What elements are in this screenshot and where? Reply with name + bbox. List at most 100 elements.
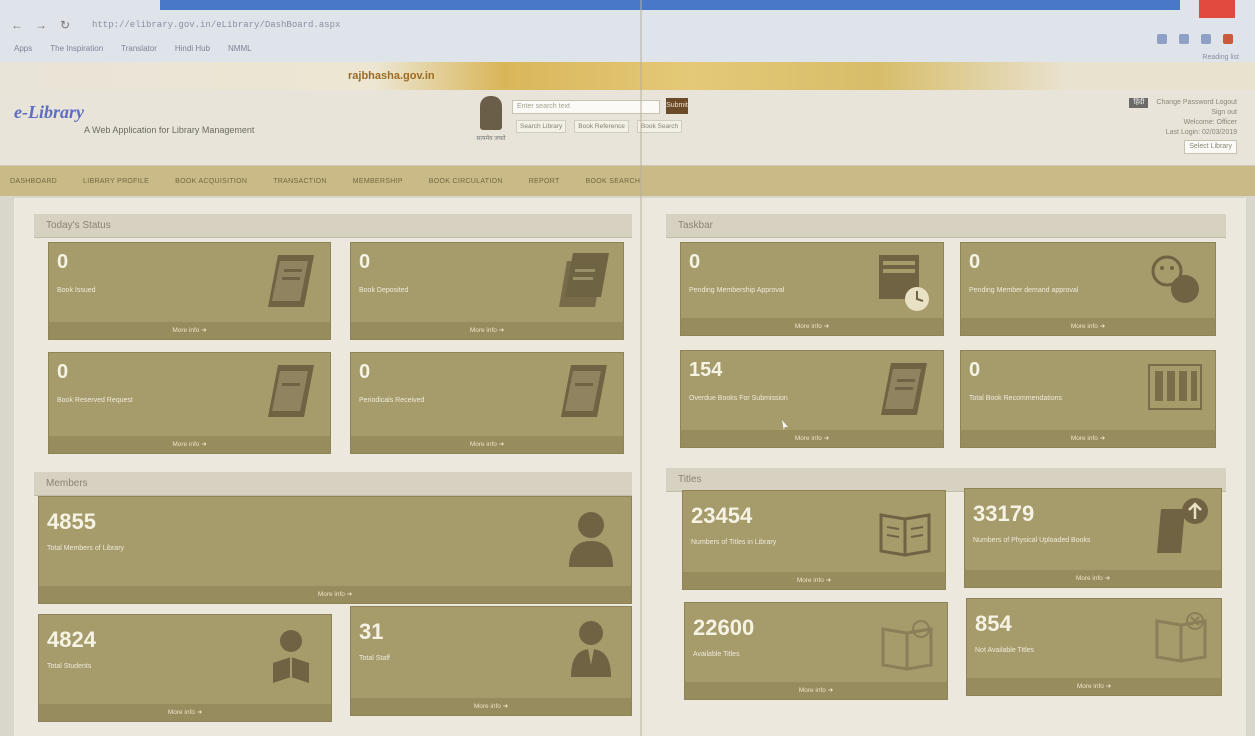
language-toggle[interactable]: हिंदी	[1129, 98, 1149, 108]
card-label: Total Members of Library	[47, 545, 125, 552]
card-label: Book Reserved Request	[57, 397, 133, 404]
sign-out-link[interactable]: Sign out	[1087, 108, 1237, 118]
nav-item-report[interactable]: REPORT	[529, 178, 560, 185]
card-total-members[interactable]: 4855 Total Members of Library More info …	[38, 496, 632, 604]
forward-icon[interactable]: →	[34, 18, 48, 32]
card-available-titles[interactable]: 22600 Available Titles More info ➜	[684, 602, 948, 700]
search-input[interactable]: Enter search text	[512, 100, 660, 114]
logo-text: e-Library	[14, 102, 84, 122]
nav-item-library-profile[interactable]: LIBRARY PROFILE	[83, 178, 149, 185]
more-info-link[interactable]: More info ➜	[681, 430, 943, 447]
bookmark-item[interactable]: Translator	[121, 44, 157, 53]
card-books-issued[interactable]: 0 Book Issued More info ➜	[48, 242, 331, 340]
more-info-link[interactable]: More info ➜	[961, 318, 1215, 335]
search-submit-button[interactable]: Submit	[666, 98, 688, 114]
emblem: सत्यमेव जयते	[476, 96, 506, 148]
section-title: Today's Status	[46, 220, 111, 231]
address-bar[interactable]: http://elibrary.gov.in/eLibrary/DashBoar…	[92, 20, 340, 30]
more-info-link[interactable]: More info ➜	[351, 698, 631, 715]
card-titles-in-library[interactable]: 23454 Numbers of Titles in Library More …	[682, 490, 946, 590]
bookmark-item[interactable]: Apps	[14, 44, 32, 53]
more-info-link[interactable]: More info ➜	[39, 704, 331, 721]
card-book-recommendations[interactable]: 0 Total Book Recommendations More info ➜	[960, 350, 1216, 448]
logo[interactable]: e-Library	[14, 102, 84, 123]
card-value: 0	[57, 361, 69, 383]
card-value: 4824	[47, 627, 96, 652]
more-info-link[interactable]: More info ➜	[965, 570, 1221, 587]
bookmark-item[interactable]: Hindi Hub	[175, 44, 210, 53]
nav-item-transaction[interactable]: TRANSACTION	[273, 178, 326, 185]
card-pending-member-demands[interactable]: 0 Pending Member demand approval More in…	[960, 242, 1216, 336]
nav-item-book-acquisition[interactable]: BOOK ACQUISITION	[175, 178, 247, 185]
card-value: 0	[689, 251, 701, 273]
bookmark-item[interactable]: The Inspiration	[50, 44, 103, 53]
screen-bezel-seam	[640, 0, 642, 736]
card-label: Numbers of Titles in Library	[691, 539, 777, 546]
card-pending-membership[interactable]: 0 Pending Membership Approval More info …	[680, 242, 944, 336]
card-value: 23454	[691, 503, 753, 528]
extension-icon[interactable]	[1157, 34, 1167, 44]
more-info-link[interactable]: More info ➜	[683, 572, 945, 589]
more-info-link[interactable]: More info ➜	[685, 682, 947, 699]
card-label: Numbers of Physical Uploaded Books	[973, 537, 1091, 544]
browser-nav-buttons: ← → ↻	[10, 18, 72, 32]
profile-icon[interactable]	[1223, 34, 1233, 44]
search-option[interactable]: Book Search	[636, 120, 683, 133]
user-icon	[569, 512, 613, 567]
card-label: Pending Member demand approval	[969, 287, 1079, 294]
card-physical-books[interactable]: 33179 Numbers of Physical Uploaded Books…	[964, 488, 1222, 588]
close-window-button[interactable]	[1199, 0, 1235, 18]
extension-icons	[1157, 34, 1233, 44]
search-option[interactable]: Book Reference	[574, 120, 629, 133]
more-info-link[interactable]: More info ➜	[967, 678, 1221, 695]
tagline: A Web Application for Library Management	[84, 125, 255, 135]
extension-icon[interactable]	[1201, 34, 1211, 44]
card-total-staff[interactable]: 31 Total Staff More info ➜	[350, 606, 632, 716]
card-value: 0	[969, 359, 981, 381]
more-info-link[interactable]: More info ➜	[49, 436, 330, 453]
bookmark-item[interactable]: NMML	[228, 44, 252, 53]
card-books-deposited[interactable]: 0 Book Deposited More info ➜	[350, 242, 624, 340]
faces-icon	[1151, 255, 1199, 303]
card-books-reserved[interactable]: 0 Book Reserved Request More info ➜	[48, 352, 331, 454]
emblem-caption: सत्यमेव जयते	[476, 136, 506, 142]
library-select[interactable]: Select Library	[1184, 140, 1237, 154]
reload-icon[interactable]: ↻	[58, 18, 72, 32]
card-overdue-books[interactable]: 154 Overdue Books For Submission More in…	[680, 350, 944, 448]
nav-item-book-circulation[interactable]: BOOK CIRCULATION	[429, 178, 503, 185]
emblem-icon	[480, 96, 502, 130]
change-password-link[interactable]: Change Password	[1156, 99, 1213, 106]
nav-item-dashboard[interactable]: DASHBOARD	[10, 178, 57, 185]
extension-icon[interactable]	[1179, 34, 1189, 44]
more-info-link[interactable]: More info ➜	[351, 436, 623, 453]
more-info-link[interactable]: More info ➜	[39, 586, 631, 603]
calendar-clock-icon	[879, 255, 929, 311]
nav-item-membership[interactable]: MEMBERSHIP	[353, 178, 403, 185]
more-info-link[interactable]: More info ➜	[351, 322, 623, 339]
more-info-link[interactable]: More info ➜	[961, 430, 1215, 447]
section-todays-status: Today's Status	[34, 214, 632, 238]
more-info-link[interactable]: More info ➜	[681, 318, 943, 335]
search-option[interactable]: Search Library	[516, 120, 567, 133]
user-panel: हिंदी Change Password Logout Sign out We…	[1087, 98, 1237, 154]
book-icon	[268, 255, 314, 307]
nav-item-book-search[interactable]: BOOK SEARCH	[586, 178, 641, 185]
back-icon[interactable]: ←	[10, 18, 24, 32]
card-value: 854	[975, 611, 1012, 636]
book-icon	[268, 365, 314, 417]
card-value: 0	[57, 251, 69, 273]
browser-tab-strip	[160, 0, 1180, 10]
card-total-students[interactable]: 4824 Total Students More info ➜	[38, 614, 332, 722]
logout-link[interactable]: Logout	[1216, 99, 1237, 106]
banner-brand: rajbhasha.gov.in	[348, 70, 435, 82]
section-taskbar: Taskbar	[666, 214, 1226, 238]
card-label: Periodicals Received	[359, 397, 425, 404]
card-periodicals-received[interactable]: 0 Periodicals Received More info ➜	[350, 352, 624, 454]
more-info-link[interactable]: More info ➜	[49, 322, 330, 339]
card-value: 33179	[973, 501, 1035, 526]
card-not-available-titles[interactable]: 854 Not Available Titles More info ➜	[966, 598, 1222, 696]
card-value: 0	[359, 251, 371, 273]
card-label: Available Titles	[693, 651, 740, 658]
section-title: Titles	[678, 474, 702, 485]
reading-list[interactable]: Reading list	[1202, 54, 1239, 61]
